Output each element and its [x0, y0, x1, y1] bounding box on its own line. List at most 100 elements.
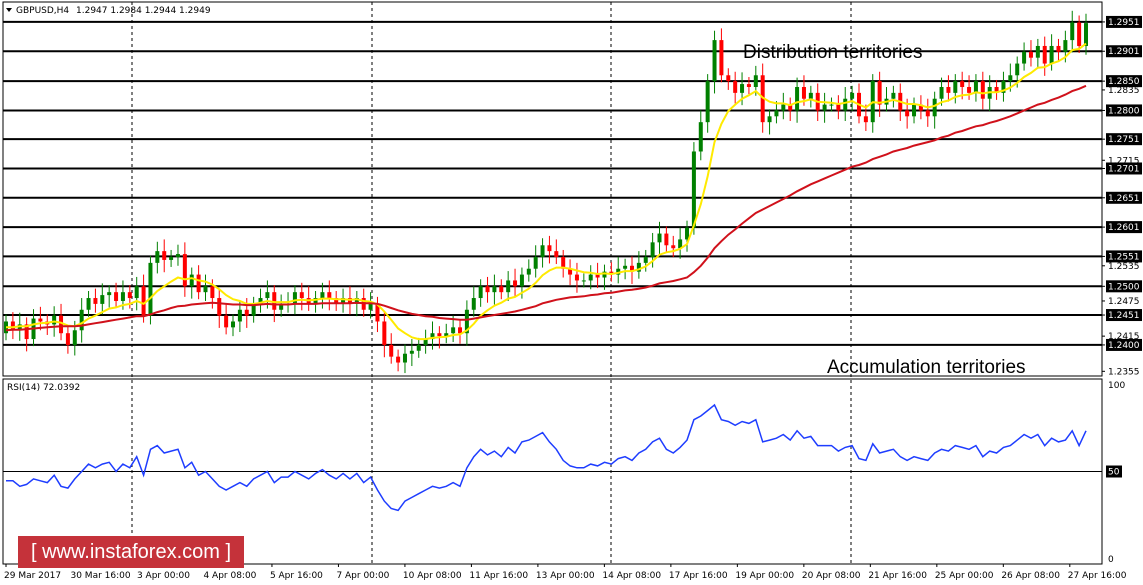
- price-tick-label: 1.2500: [1108, 282, 1140, 292]
- bull-candle: [519, 274, 524, 287]
- bull-candle: [134, 286, 139, 299]
- bull-candle: [822, 104, 827, 111]
- bull-candle: [795, 87, 800, 111]
- bull-candle: [471, 298, 476, 310]
- bear-candle: [499, 286, 504, 293]
- bull-candle: [843, 98, 848, 111]
- bear-candle: [396, 356, 401, 363]
- bull-candle: [829, 104, 834, 106]
- bear-candle: [554, 251, 559, 257]
- time-tick-label: 3 Apr 00:00: [137, 571, 190, 581]
- bear-candle: [224, 315, 229, 328]
- bull-candle: [265, 292, 270, 299]
- time-tick-label: 13 Apr 00:00: [536, 571, 595, 581]
- bear-candle: [574, 274, 579, 281]
- bull-candle: [292, 292, 297, 304]
- time-tick-label: 11 Apr 16:00: [469, 571, 528, 581]
- bear-candle: [114, 292, 119, 301]
- price-tick-label: 1.2601: [1108, 223, 1140, 233]
- bull-candle: [1015, 63, 1020, 76]
- bull-candle: [416, 344, 421, 351]
- price-tick-label: 1.2551: [1108, 252, 1140, 262]
- time-tick-label: 20 Apr 08:00: [802, 571, 861, 581]
- bull-candle: [581, 280, 586, 282]
- bull-candle: [891, 92, 896, 99]
- bear-candle: [547, 245, 552, 252]
- rsi-tick-label: 100: [1108, 381, 1125, 391]
- bear-candle: [437, 333, 442, 337]
- bull-candle: [657, 233, 662, 243]
- bull-candle: [368, 303, 373, 310]
- bull-candle: [623, 265, 628, 269]
- price-tick-label: 1.2850: [1108, 77, 1140, 87]
- bull-candle: [72, 330, 77, 345]
- bull-candle: [231, 321, 236, 328]
- time-tick-label: 14 Apr 08:00: [602, 571, 661, 581]
- bear-candle: [38, 318, 43, 322]
- time-tick-label: 25 Apr 00:00: [935, 571, 994, 581]
- bull-candle: [100, 295, 105, 304]
- rsi-header: RSI(14) 72.0392: [7, 383, 80, 393]
- bull-candle: [705, 81, 710, 123]
- bull-candle: [1022, 51, 1027, 64]
- bear-candle: [836, 104, 841, 111]
- price-tick-label: 1.2415: [1108, 332, 1140, 342]
- dropdown-triangle-icon[interactable]: [6, 8, 12, 12]
- bear-candle: [1077, 22, 1082, 46]
- bull-candle: [478, 286, 483, 299]
- bull-candle: [1049, 45, 1054, 64]
- bull-candle: [402, 353, 407, 363]
- distribution-annotation: Distribution territories: [743, 42, 923, 63]
- bull-candle: [643, 257, 648, 263]
- time-tick-label: 30 Mar 16:00: [70, 571, 130, 581]
- price-tick-label: 1.2651: [1108, 194, 1140, 204]
- bear-candle: [196, 274, 201, 293]
- bull-candle: [712, 40, 717, 82]
- bull-candle: [169, 257, 174, 260]
- bear-candle: [65, 333, 70, 345]
- bear-candle: [485, 286, 490, 293]
- bear-candle: [382, 321, 387, 345]
- bull-candle: [533, 257, 538, 269]
- rsi-axis: 100 50 0: [1106, 381, 1125, 565]
- bull-candle: [86, 298, 91, 310]
- time-tick-label: 17 Apr 16:00: [669, 571, 728, 581]
- bear-candle: [1056, 45, 1061, 52]
- price-tick-label: 1.2535: [1108, 262, 1140, 272]
- price-tick-label: 1.2400: [1108, 341, 1140, 351]
- bear-candle: [905, 110, 910, 117]
- bear-candle: [182, 254, 187, 287]
- bull-candle: [155, 251, 160, 263]
- bear-candle: [733, 81, 738, 93]
- price-tick-label: 1.2355: [1108, 367, 1140, 377]
- fast_ma-line: [6, 42, 1087, 341]
- bull-candle: [1070, 22, 1075, 41]
- bull-candle: [740, 84, 745, 93]
- accumulation-annotation: Accumulation territories: [827, 357, 1026, 378]
- bear-candle: [726, 75, 731, 82]
- bear-candle: [59, 315, 64, 334]
- bull-candle: [79, 309, 84, 331]
- time-tick-label: 19 Apr 00:00: [735, 571, 794, 581]
- bull-candle: [203, 286, 208, 293]
- time-tick-label: 4 Apr 08:00: [203, 571, 256, 581]
- price-tick-label: 1.2475: [1108, 297, 1140, 307]
- price-tick-label: 1.2800: [1108, 106, 1140, 116]
- price-tick-label: 1.2715: [1108, 156, 1140, 166]
- bull-candle: [973, 81, 978, 93]
- bear-candle: [93, 298, 98, 304]
- bear-candle: [1028, 51, 1033, 58]
- price-tick-label: 1.2901: [1108, 47, 1140, 57]
- bull-candle: [107, 292, 112, 296]
- rsi-series: [3, 403, 1102, 512]
- time-tick-label: 29 Mar 2017: [4, 571, 61, 581]
- bull-candle: [120, 292, 125, 301]
- bull-candle: [953, 81, 958, 93]
- bear-candle: [210, 286, 215, 299]
- bear-candle: [664, 233, 669, 246]
- bull-candle: [175, 254, 180, 257]
- price-axis: 1.2355 1.24001.2415 1.2451 1.2475 1.2500 1.25…: [1102, 15, 1142, 377]
- bull-candle: [912, 104, 917, 117]
- instaforex-watermark: [ www.instaforex.com ]: [18, 536, 244, 568]
- bear-candle: [746, 84, 751, 87]
